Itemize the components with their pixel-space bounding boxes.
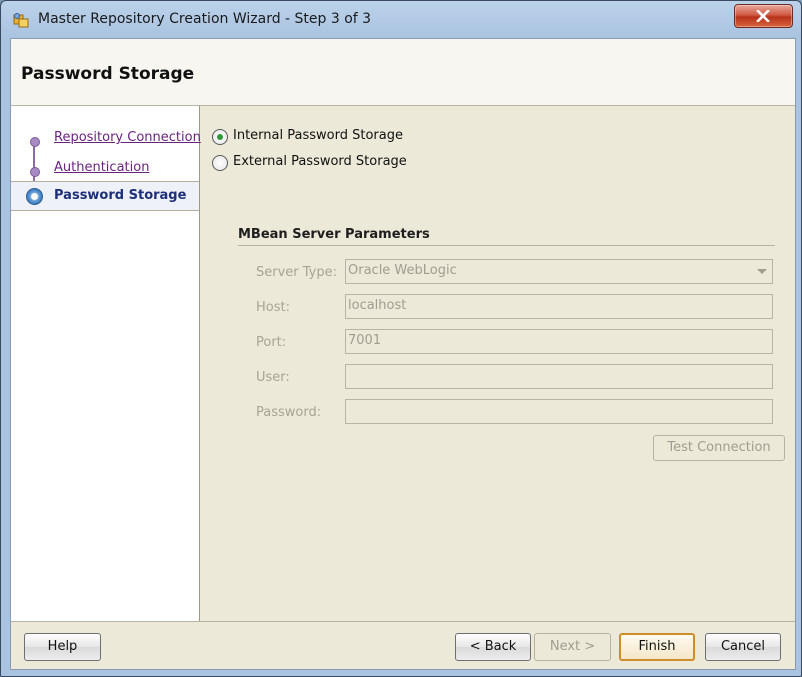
host-input[interactable]: localhost: [345, 294, 773, 319]
password-label: Password:: [256, 405, 322, 420]
steps-panel: Repository Connection Authentication Pas…: [11, 106, 201, 621]
wizard-header: Password Storage: [11, 39, 795, 106]
section-divider: [238, 245, 775, 246]
wizard-client-area: Password Storage Repository Connection A…: [10, 38, 796, 670]
port-input[interactable]: 7001: [345, 329, 773, 354]
close-button[interactable]: [734, 4, 793, 28]
help-button[interactable]: Help: [24, 633, 101, 661]
title-bar[interactable]: Master Repository Creation Wizard - Step…: [1, 1, 801, 39]
step-dot-icon: [30, 137, 40, 147]
footer-divider: [11, 621, 795, 622]
window-title: Master Repository Creation Wizard - Step…: [38, 11, 372, 27]
step-link-repository-connection[interactable]: Repository Connection: [54, 130, 201, 145]
password-input[interactable]: [345, 399, 773, 424]
server-type-label: Server Type:: [256, 265, 338, 280]
close-icon: [756, 10, 770, 22]
step-link-authentication[interactable]: Authentication: [54, 160, 149, 175]
radio-label: Internal Password Storage: [233, 128, 403, 143]
current-step-icon: [26, 188, 43, 205]
finish-button[interactable]: Finish: [619, 633, 695, 661]
radio-label: External Password Storage: [233, 154, 407, 169]
next-button[interactable]: Next >: [534, 633, 611, 661]
content-panel: Internal Password Storage External Passw…: [200, 106, 795, 621]
step-dot-icon: [30, 167, 40, 177]
host-label: Host:: [256, 300, 290, 315]
radio-button[interactable]: [212, 155, 228, 171]
app-icon: [13, 13, 29, 28]
user-input[interactable]: [345, 364, 773, 389]
wizard-window: Master Repository Creation Wizard - Step…: [0, 0, 802, 677]
back-button[interactable]: < Back: [455, 633, 531, 661]
step-current-label: Password Storage: [54, 188, 187, 203]
section-title-mbean: MBean Server Parameters: [238, 227, 430, 242]
user-label: User:: [256, 370, 290, 385]
server-type-value: Oracle WebLogic: [348, 263, 457, 278]
test-connection-button[interactable]: Test Connection: [653, 435, 785, 461]
page-title: Password Storage: [21, 64, 195, 84]
chevron-down-icon: [757, 269, 767, 274]
step-current-password-storage: Password Storage: [11, 181, 199, 211]
cancel-button[interactable]: Cancel: [705, 633, 781, 661]
radio-button-checked[interactable]: [212, 129, 228, 145]
server-type-select[interactable]: Oracle WebLogic: [345, 259, 773, 284]
port-label: Port:: [256, 335, 287, 350]
